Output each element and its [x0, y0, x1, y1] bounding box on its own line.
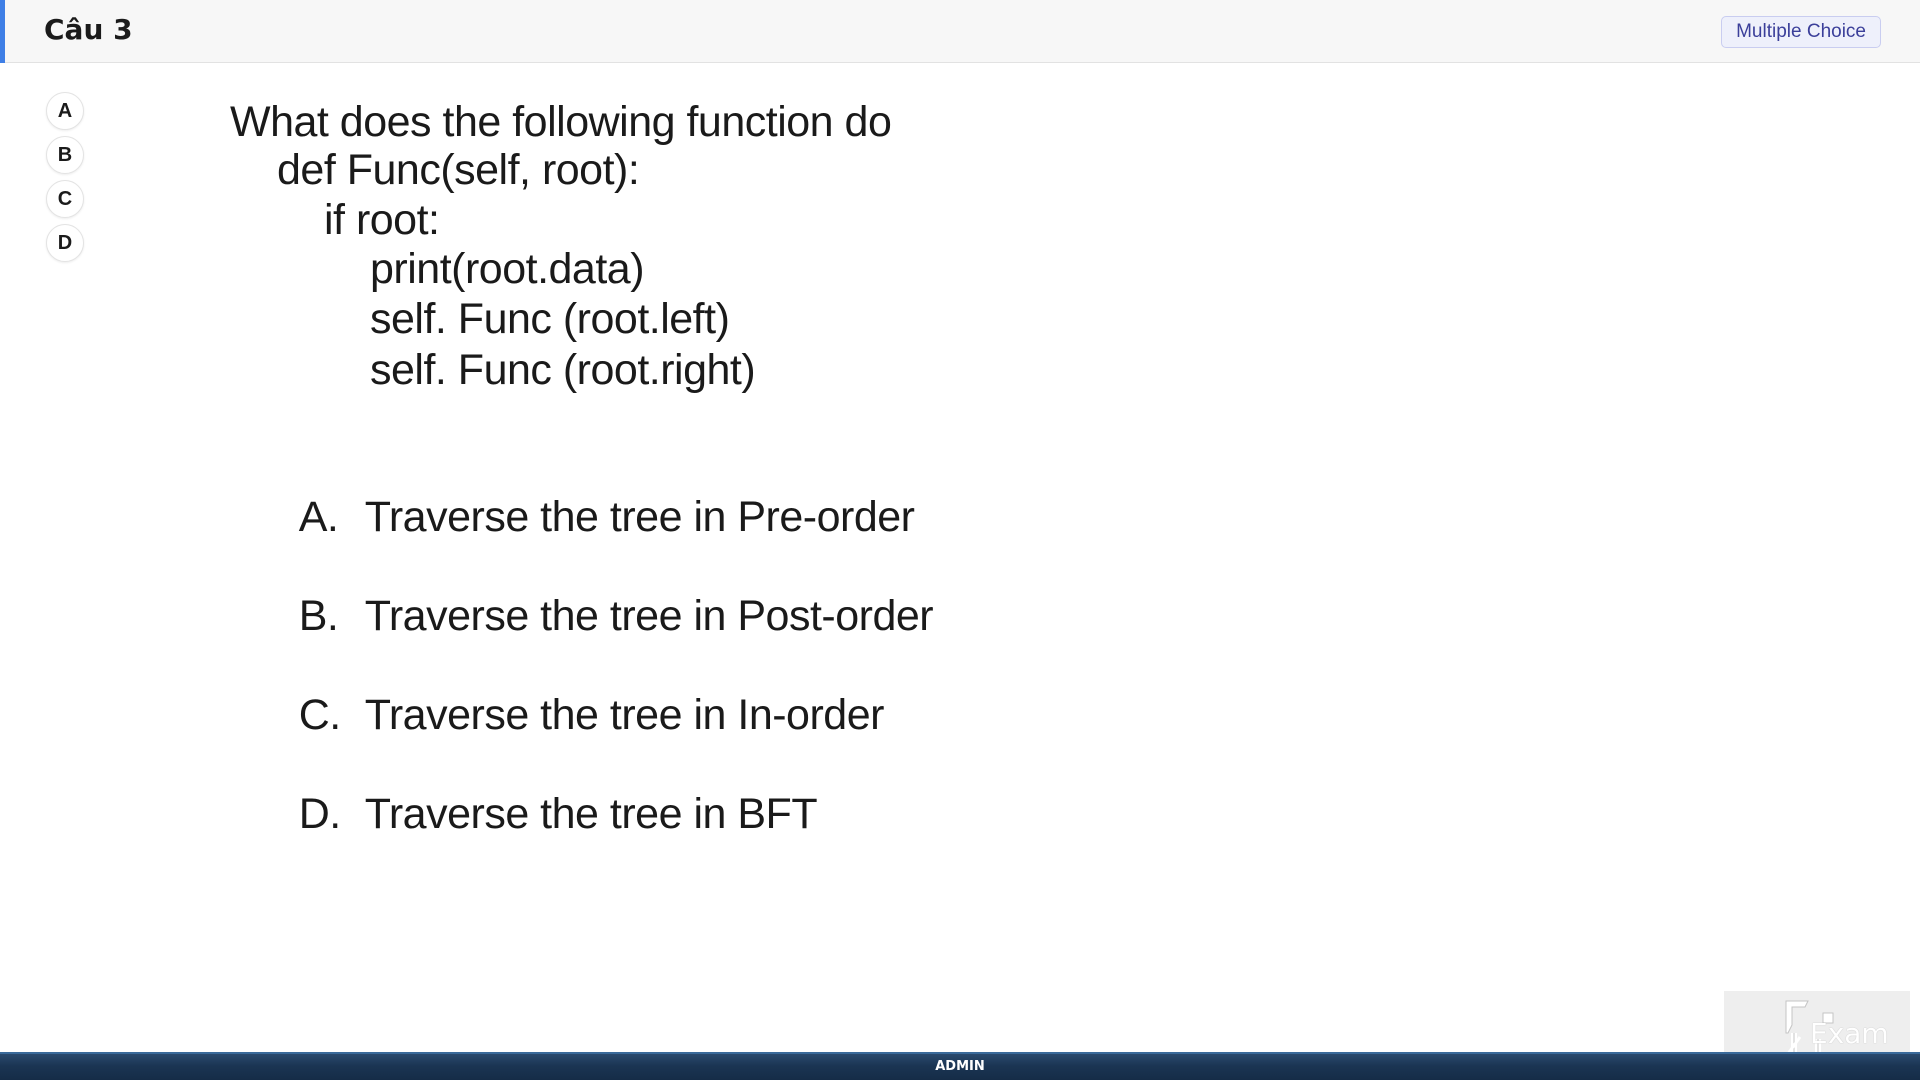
footer-bar: ADMIN: [0, 1052, 1920, 1080]
question-content-image: What does the following function do def …: [220, 88, 1020, 838]
answer-choice-c[interactable]: C: [46, 180, 84, 218]
question-type-badge: Multiple Choice: [1721, 16, 1881, 48]
question-number-title: Câu 3: [44, 13, 133, 46]
footer-user-label: ADMIN: [935, 1059, 985, 1074]
option-letter: C.: [298, 691, 342, 739]
header-accent-bar: [0, 0, 5, 63]
question-header: Câu 3 Multiple Choice: [0, 0, 1920, 63]
answer-choice-b[interactable]: B: [46, 136, 84, 174]
option-label: Traverse the tree in Pre-order: [364, 493, 915, 541]
answer-choice-list: A B C D: [46, 92, 86, 268]
option-letter: D.: [298, 790, 342, 838]
code-line: if root:: [324, 196, 440, 244]
option-label: Traverse the tree in BFT: [364, 790, 818, 838]
option-label: Traverse the tree in Post-order: [364, 592, 934, 640]
code-line: self. Func (root.left): [370, 295, 730, 343]
option-label: Traverse the tree in In-order: [364, 691, 885, 739]
option-letter: B.: [298, 592, 339, 640]
code-line: print(root.data): [370, 245, 645, 293]
answer-choice-d[interactable]: D: [46, 224, 84, 262]
code-line: def Func(self, root):: [277, 146, 640, 194]
option-d-text: D. Traverse the tree in BFT: [230, 741, 818, 888]
answer-choice-a[interactable]: A: [46, 92, 84, 130]
code-line: self. Func (root.right): [370, 346, 756, 394]
question-stem-line: What does the following function do: [230, 98, 892, 146]
exam-page: Câu 3 Multiple Choice A B C D What does …: [0, 0, 1920, 1080]
option-letter: A.: [298, 493, 339, 541]
logo-text: Exam: [1810, 1017, 1889, 1050]
